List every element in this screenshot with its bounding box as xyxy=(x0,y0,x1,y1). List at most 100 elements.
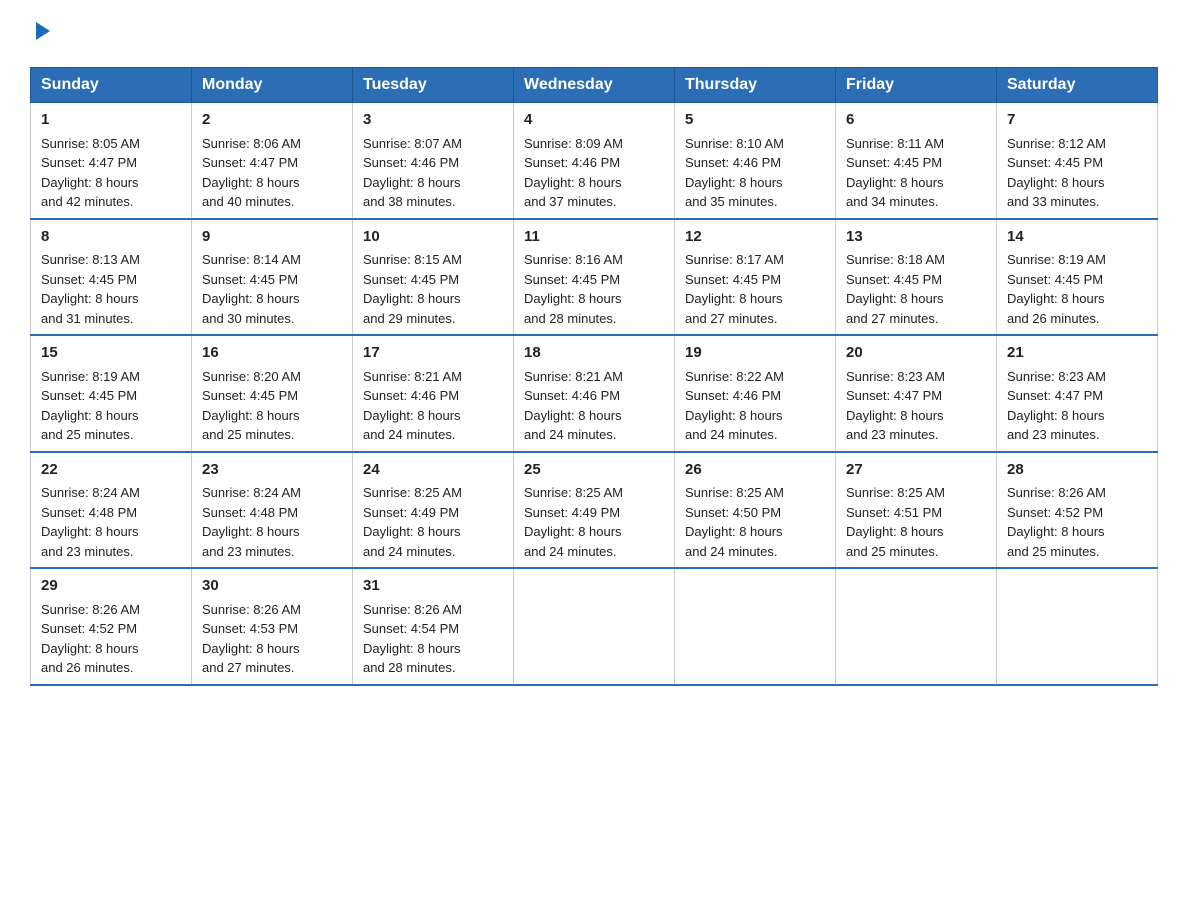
daylight-line1: Daylight: 8 hours xyxy=(363,291,461,306)
daylight-line2: and 29 minutes. xyxy=(363,311,456,326)
daylight-line1: Daylight: 8 hours xyxy=(524,524,622,539)
sunrise-text: Sunrise: 8:23 AM xyxy=(846,369,945,384)
daylight-line1: Daylight: 8 hours xyxy=(846,175,944,190)
table-row: 26 Sunrise: 8:25 AM Sunset: 4:50 PM Dayl… xyxy=(675,452,836,569)
sunset-text: Sunset: 4:49 PM xyxy=(363,505,459,520)
day-number: 24 xyxy=(363,459,503,482)
daylight-line1: Daylight: 8 hours xyxy=(685,291,783,306)
daylight-line2: and 23 minutes. xyxy=(41,544,134,559)
sunset-text: Sunset: 4:45 PM xyxy=(846,155,942,170)
table-row: 24 Sunrise: 8:25 AM Sunset: 4:49 PM Dayl… xyxy=(353,452,514,569)
daylight-line2: and 25 minutes. xyxy=(846,544,939,559)
sunrise-text: Sunrise: 8:26 AM xyxy=(363,602,462,617)
sunrise-text: Sunrise: 8:21 AM xyxy=(363,369,462,384)
daylight-line1: Daylight: 8 hours xyxy=(1007,291,1105,306)
col-saturday: Saturday xyxy=(997,68,1158,103)
sunset-text: Sunset: 4:52 PM xyxy=(1007,505,1103,520)
daylight-line1: Daylight: 8 hours xyxy=(41,291,139,306)
col-thursday: Thursday xyxy=(675,68,836,103)
daylight-line1: Daylight: 8 hours xyxy=(1007,408,1105,423)
daylight-line2: and 27 minutes. xyxy=(202,660,295,675)
sunrise-text: Sunrise: 8:05 AM xyxy=(41,136,140,151)
day-number: 4 xyxy=(524,109,664,132)
sunset-text: Sunset: 4:47 PM xyxy=(41,155,137,170)
daylight-line2: and 25 minutes. xyxy=(1007,544,1100,559)
daylight-line1: Daylight: 8 hours xyxy=(685,524,783,539)
daylight-line1: Daylight: 8 hours xyxy=(524,175,622,190)
day-number: 18 xyxy=(524,342,664,365)
table-row xyxy=(514,568,675,685)
table-row: 10 Sunrise: 8:15 AM Sunset: 4:45 PM Dayl… xyxy=(353,219,514,336)
sunset-text: Sunset: 4:45 PM xyxy=(846,272,942,287)
day-number: 10 xyxy=(363,226,503,249)
day-number: 27 xyxy=(846,459,986,482)
sunset-text: Sunset: 4:46 PM xyxy=(524,155,620,170)
table-row: 25 Sunrise: 8:25 AM Sunset: 4:49 PM Dayl… xyxy=(514,452,675,569)
daylight-line2: and 24 minutes. xyxy=(685,544,778,559)
day-number: 25 xyxy=(524,459,664,482)
table-row: 23 Sunrise: 8:24 AM Sunset: 4:48 PM Dayl… xyxy=(192,452,353,569)
day-number: 20 xyxy=(846,342,986,365)
daylight-line2: and 37 minutes. xyxy=(524,194,617,209)
daylight-line1: Daylight: 8 hours xyxy=(41,408,139,423)
table-row: 15 Sunrise: 8:19 AM Sunset: 4:45 PM Dayl… xyxy=(31,335,192,452)
daylight-line2: and 28 minutes. xyxy=(363,660,456,675)
page-header xyxy=(30,20,1158,47)
table-row: 7 Sunrise: 8:12 AM Sunset: 4:45 PM Dayli… xyxy=(997,103,1158,219)
sunrise-text: Sunrise: 8:10 AM xyxy=(685,136,784,151)
day-number: 9 xyxy=(202,226,342,249)
daylight-line2: and 23 minutes. xyxy=(846,427,939,442)
sunset-text: Sunset: 4:48 PM xyxy=(41,505,137,520)
sunset-text: Sunset: 4:46 PM xyxy=(685,388,781,403)
daylight-line1: Daylight: 8 hours xyxy=(685,408,783,423)
sunset-text: Sunset: 4:45 PM xyxy=(202,272,298,287)
sunrise-text: Sunrise: 8:17 AM xyxy=(685,252,784,267)
daylight-line2: and 23 minutes. xyxy=(202,544,295,559)
sunrise-text: Sunrise: 8:07 AM xyxy=(363,136,462,151)
sunrise-text: Sunrise: 8:15 AM xyxy=(363,252,462,267)
day-number: 28 xyxy=(1007,459,1147,482)
daylight-line1: Daylight: 8 hours xyxy=(363,175,461,190)
table-row: 8 Sunrise: 8:13 AM Sunset: 4:45 PM Dayli… xyxy=(31,219,192,336)
daylight-line1: Daylight: 8 hours xyxy=(202,291,300,306)
daylight-line1: Daylight: 8 hours xyxy=(41,524,139,539)
table-row: 16 Sunrise: 8:20 AM Sunset: 4:45 PM Dayl… xyxy=(192,335,353,452)
sunrise-text: Sunrise: 8:23 AM xyxy=(1007,369,1106,384)
sunrise-text: Sunrise: 8:26 AM xyxy=(41,602,140,617)
sunrise-text: Sunrise: 8:19 AM xyxy=(41,369,140,384)
daylight-line2: and 26 minutes. xyxy=(41,660,134,675)
calendar-week-row: 8 Sunrise: 8:13 AM Sunset: 4:45 PM Dayli… xyxy=(31,219,1158,336)
sunset-text: Sunset: 4:45 PM xyxy=(363,272,459,287)
daylight-line1: Daylight: 8 hours xyxy=(524,291,622,306)
sunrise-text: Sunrise: 8:26 AM xyxy=(1007,485,1106,500)
daylight-line2: and 28 minutes. xyxy=(524,311,617,326)
daylight-line2: and 30 minutes. xyxy=(202,311,295,326)
day-number: 7 xyxy=(1007,109,1147,132)
day-number: 14 xyxy=(1007,226,1147,249)
sunrise-text: Sunrise: 8:22 AM xyxy=(685,369,784,384)
daylight-line2: and 24 minutes. xyxy=(363,544,456,559)
daylight-line2: and 26 minutes. xyxy=(1007,311,1100,326)
logo-arrow-icon xyxy=(32,20,54,42)
day-number: 21 xyxy=(1007,342,1147,365)
table-row: 30 Sunrise: 8:26 AM Sunset: 4:53 PM Dayl… xyxy=(192,568,353,685)
daylight-line2: and 24 minutes. xyxy=(685,427,778,442)
sunset-text: Sunset: 4:52 PM xyxy=(41,621,137,636)
sunset-text: Sunset: 4:45 PM xyxy=(41,272,137,287)
daylight-line1: Daylight: 8 hours xyxy=(846,291,944,306)
sunset-text: Sunset: 4:45 PM xyxy=(685,272,781,287)
sunset-text: Sunset: 4:54 PM xyxy=(363,621,459,636)
calendar-week-row: 29 Sunrise: 8:26 AM Sunset: 4:52 PM Dayl… xyxy=(31,568,1158,685)
calendar-header-row: Sunday Monday Tuesday Wednesday Thursday… xyxy=(31,68,1158,103)
sunset-text: Sunset: 4:49 PM xyxy=(524,505,620,520)
table-row: 21 Sunrise: 8:23 AM Sunset: 4:47 PM Dayl… xyxy=(997,335,1158,452)
sunset-text: Sunset: 4:45 PM xyxy=(1007,272,1103,287)
daylight-line2: and 34 minutes. xyxy=(846,194,939,209)
table-row: 1 Sunrise: 8:05 AM Sunset: 4:47 PM Dayli… xyxy=(31,103,192,219)
table-row: 5 Sunrise: 8:10 AM Sunset: 4:46 PM Dayli… xyxy=(675,103,836,219)
day-number: 12 xyxy=(685,226,825,249)
sunrise-text: Sunrise: 8:14 AM xyxy=(202,252,301,267)
daylight-line1: Daylight: 8 hours xyxy=(685,175,783,190)
calendar-week-row: 22 Sunrise: 8:24 AM Sunset: 4:48 PM Dayl… xyxy=(31,452,1158,569)
daylight-line1: Daylight: 8 hours xyxy=(202,641,300,656)
